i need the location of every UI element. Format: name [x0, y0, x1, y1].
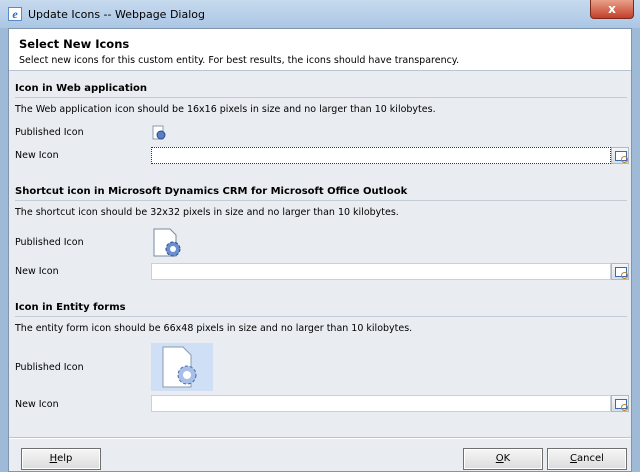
ok-label: K: [503, 453, 511, 464]
help-label: elp: [57, 453, 73, 464]
help-accesskey: H: [49, 453, 58, 464]
published-web-icon: [152, 125, 166, 140]
help-button[interactable]: Help: [21, 448, 101, 470]
new-icon-label: New Icon: [15, 399, 59, 410]
outlook-browse-icon[interactable]: [611, 263, 629, 280]
cancel-button[interactable]: Cancel: [547, 448, 627, 470]
new-icon-label: New Icon: [15, 266, 59, 277]
forms-new-icon-input[interactable]: [151, 395, 611, 412]
section-title-outlook: Shortcut icon in Microsoft Dynamics CRM …: [15, 186, 627, 201]
forms-browse-icon[interactable]: [611, 395, 629, 412]
section-desc-web: The Web application icon should be 16x16…: [15, 104, 436, 115]
published-outlook-icon: [153, 228, 181, 257]
section-desc-outlook: The shortcut icon should be 32x32 pixels…: [15, 207, 399, 218]
published-icon-label: Published Icon: [15, 237, 84, 248]
outlook-new-icon-input[interactable]: [151, 263, 611, 280]
published-icon-label: Published Icon: [15, 362, 84, 373]
section-title-web: Icon in Web application: [15, 83, 627, 98]
section-desc-forms: The entity form icon should be 66x48 pix…: [15, 323, 413, 334]
dialog-body: Select New Icons Select new icons for th…: [8, 28, 632, 472]
title-bar: e Update Icons -- Webpage Dialog x: [0, 0, 640, 28]
page-title: Select New Icons: [19, 37, 130, 51]
page-subtitle: Select new icons for this custom entity.…: [19, 55, 460, 66]
ok-accesskey: O: [495, 453, 504, 464]
web-new-icon-input[interactable]: [151, 147, 611, 164]
cancel-label: ancel: [577, 453, 604, 464]
ok-button[interactable]: OK: [463, 448, 543, 470]
dialog-header: Select New Icons Select new icons for th…: [9, 29, 631, 71]
cancel-accesskey: C: [570, 453, 578, 464]
web-browse-icon[interactable]: [611, 147, 629, 164]
ie-icon: e: [8, 7, 22, 21]
section-title-forms: Icon in Entity forms: [15, 302, 627, 317]
published-form-icon: [151, 343, 213, 391]
close-button[interactable]: x: [590, 0, 634, 19]
published-icon-label: Published Icon: [15, 127, 84, 138]
footer-divider: [9, 437, 631, 439]
new-icon-label: New Icon: [15, 150, 59, 161]
window-title: Update Icons -- Webpage Dialog: [28, 8, 205, 21]
